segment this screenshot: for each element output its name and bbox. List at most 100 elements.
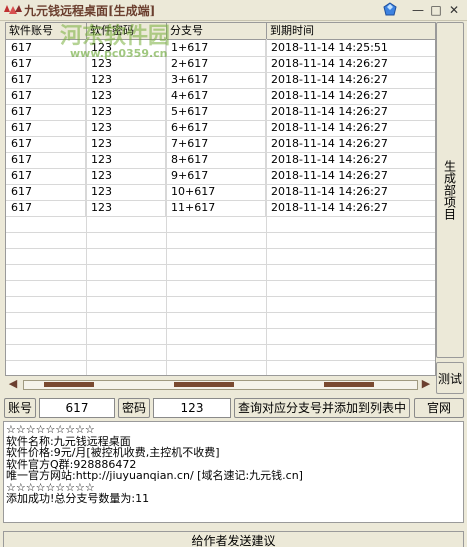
table-cell: 123	[86, 152, 166, 168]
column-header-expiry[interactable]: 到期时间	[267, 23, 435, 39]
close-button[interactable]: ✕	[447, 3, 461, 17]
test-label: 测试	[437, 371, 462, 386]
table-cell: 617	[6, 120, 86, 136]
table-cell: 2018-11-14 14:25:51	[271, 41, 388, 54]
table-cell: 123	[86, 168, 166, 184]
empty-row	[6, 328, 435, 345]
password-input[interactable]: 123	[153, 398, 231, 418]
table-row[interactable]: 617 123 7+617 2018-11-14 14:26:27	[6, 136, 435, 153]
table-cell: 617	[6, 184, 86, 200]
table-header: 软件账号 软件密码 分支号 到期时间	[6, 23, 435, 40]
maximize-button[interactable]: □	[429, 3, 443, 17]
table-row[interactable]: 617 123 9+617 2018-11-14 14:26:27	[6, 168, 435, 185]
test-button[interactable]: 测试	[436, 362, 464, 394]
table-cell: 2018-11-14 14:26:27	[271, 121, 388, 134]
empty-row	[6, 296, 435, 313]
skin-gem-icon[interactable]	[383, 2, 397, 17]
column-header-password[interactable]: 软件密码	[87, 23, 167, 39]
table-row[interactable]: 617 123 11+617 2018-11-14 14:26:27	[6, 200, 435, 217]
account-label-button[interactable]: 账号	[4, 398, 36, 418]
query-add-button[interactable]: 查询对应分支号并添加到列表中	[234, 398, 410, 418]
window-title: 九元钱远程桌面[生成端]	[24, 4, 156, 18]
table-cell: 617	[6, 40, 86, 56]
table-cell: 617	[6, 56, 86, 72]
account-input[interactable]: 617	[39, 398, 115, 418]
table-cell: 617	[6, 168, 86, 184]
table-row[interactable]: 617 123 6+617 2018-11-14 14:26:27	[6, 120, 435, 137]
send-feedback-button[interactable]: 给作者发送建议	[3, 531, 464, 547]
table-row[interactable]: 617 123 3+617 2018-11-14 14:26:27	[6, 72, 435, 89]
table-cell: 1+617	[166, 40, 266, 56]
log-line: 软件价格:9元/月[被控机收费,主控机不收费]	[6, 446, 220, 459]
table-cell: 2018-11-14 14:26:27	[271, 137, 388, 150]
empty-row	[6, 248, 435, 265]
table-cell: 2018-11-14 14:26:27	[271, 57, 388, 70]
empty-row	[6, 344, 435, 361]
title-bar[interactable]: 九元钱远程桌面[生成端] — □ ✕	[0, 0, 467, 21]
official-website-button[interactable]: 官网	[414, 398, 464, 418]
table-cell: 617	[6, 88, 86, 104]
scrollbar-track[interactable]	[23, 380, 418, 390]
empty-row	[6, 264, 435, 281]
log-line: 添加成功!总分支号数量为:11	[6, 492, 150, 505]
log-line: 唯一官方网站:http://jiuyuanqian.cn/ [域名速记:九元钱.…	[6, 469, 303, 482]
app-logo-icon	[4, 5, 22, 14]
table-cell: 2018-11-14 14:26:27	[271, 185, 388, 198]
table-cell: 11+617	[166, 200, 266, 216]
empty-row	[6, 312, 435, 329]
table-cell: 617	[6, 152, 86, 168]
scrollbar-thumb[interactable]	[44, 382, 94, 387]
generate-project-button[interactable]: 生成部项目	[436, 22, 464, 358]
table-cell: 4+617	[166, 88, 266, 104]
empty-row	[6, 360, 435, 375]
table-cell: 2018-11-14 14:26:27	[271, 153, 388, 166]
log-line: ☆☆☆☆☆☆☆☆☆	[6, 423, 95, 436]
password-label-button[interactable]: 密码	[118, 398, 150, 418]
table-cell: 123	[86, 200, 166, 216]
table-row[interactable]: 617 123 5+617 2018-11-14 14:26:27	[6, 104, 435, 121]
table-cell: 10+617	[166, 184, 266, 200]
table-cell: 2018-11-14 14:26:27	[271, 89, 388, 102]
table-cell: 123	[86, 120, 166, 136]
table-cell: 8+617	[166, 152, 266, 168]
table-cell: 3+617	[166, 72, 266, 88]
table-cell: 2018-11-14 14:26:27	[271, 73, 388, 86]
column-header-branch[interactable]: 分支号	[167, 23, 267, 39]
empty-row	[6, 232, 435, 249]
main-window: 九元钱远程桌面[生成端] — □ ✕ 软件账号 软件密码 分支号 到期时间 61…	[0, 0, 467, 547]
table-cell: 2018-11-14 14:26:27	[271, 105, 388, 118]
table-row[interactable]: 617 123 2+617 2018-11-14 14:26:27	[6, 56, 435, 73]
horizontal-scrollbar[interactable]: ◀ ▶	[5, 376, 434, 392]
table-cell: 9+617	[166, 168, 266, 184]
table-cell: 617	[6, 72, 86, 88]
table-cell: 7+617	[166, 136, 266, 152]
table-cell: 2018-11-14 14:26:27	[271, 169, 388, 182]
table-cell: 617	[6, 136, 86, 152]
table-cell: 2018-11-14 14:26:27	[271, 201, 388, 214]
branch-list-table[interactable]: 软件账号 软件密码 分支号 到期时间 617 123 1+617 2018-11-14…	[5, 22, 436, 376]
table-cell: 123	[86, 88, 166, 104]
empty-row	[6, 280, 435, 297]
table-row[interactable]: 617 123 1+617 2018-11-14 14:25:51	[6, 40, 435, 57]
scrollbar-grip	[174, 382, 234, 387]
table-cell: 123	[86, 56, 166, 72]
empty-row	[6, 216, 435, 233]
table-cell: 5+617	[166, 104, 266, 120]
table-row[interactable]: 617 123 10+617 2018-11-14 14:26:27	[6, 184, 435, 201]
table-cell: 123	[86, 40, 166, 56]
scroll-right-icon[interactable]: ▶	[418, 376, 434, 392]
column-header-account[interactable]: 软件账号	[6, 23, 87, 39]
minimize-button[interactable]: —	[411, 3, 425, 17]
scroll-left-icon[interactable]: ◀	[5, 376, 21, 392]
table-cell: 123	[86, 136, 166, 152]
table-cell: 6+617	[166, 120, 266, 136]
table-cell: 123	[86, 104, 166, 120]
table-cell: 617	[6, 200, 86, 216]
table-row[interactable]: 617 123 4+617 2018-11-14 14:26:27	[6, 88, 435, 105]
table-cell: 2+617	[166, 56, 266, 72]
table-row[interactable]: 617 123 8+617 2018-11-14 14:26:27	[6, 152, 435, 169]
generate-project-label: 生成部项目	[442, 160, 457, 220]
info-log-textarea[interactable]: ☆☆☆☆☆☆☆☆☆ 软件名称:九元钱远程桌面 软件价格:9元/月[被控机收费,主…	[3, 421, 464, 523]
table-cell: 123	[86, 72, 166, 88]
scrollbar-grip	[324, 382, 374, 387]
